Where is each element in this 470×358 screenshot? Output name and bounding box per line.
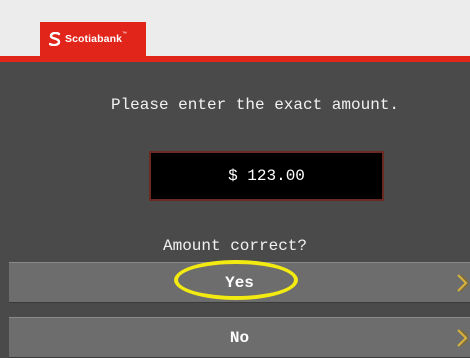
no-button[interactable]: No	[9, 317, 470, 358]
yes-button[interactable]: Yes	[9, 262, 470, 303]
trademark-symbol: ™	[122, 31, 128, 37]
atm-screen: Scotiabank ™ Please enter the exact amou…	[0, 0, 470, 358]
confirmation-question: Amount correct?	[162, 237, 308, 255]
no-button-label: No	[229, 328, 250, 347]
chevron-right-icon	[457, 328, 468, 347]
brand-name: Scotiabank	[65, 33, 123, 45]
amount-display: $ 123.00	[149, 151, 384, 201]
amount-value: $ 123.00	[228, 167, 305, 185]
chevron-right-icon	[457, 273, 468, 292]
scotiabank-s-icon	[49, 32, 61, 46]
header-bar: Scotiabank ™	[0, 0, 470, 56]
yes-button-label: Yes	[225, 273, 254, 292]
instruction-text: Please enter the exact amount.	[110, 96, 400, 114]
header-divider	[0, 56, 470, 62]
scotiabank-logo: Scotiabank ™	[40, 22, 146, 56]
